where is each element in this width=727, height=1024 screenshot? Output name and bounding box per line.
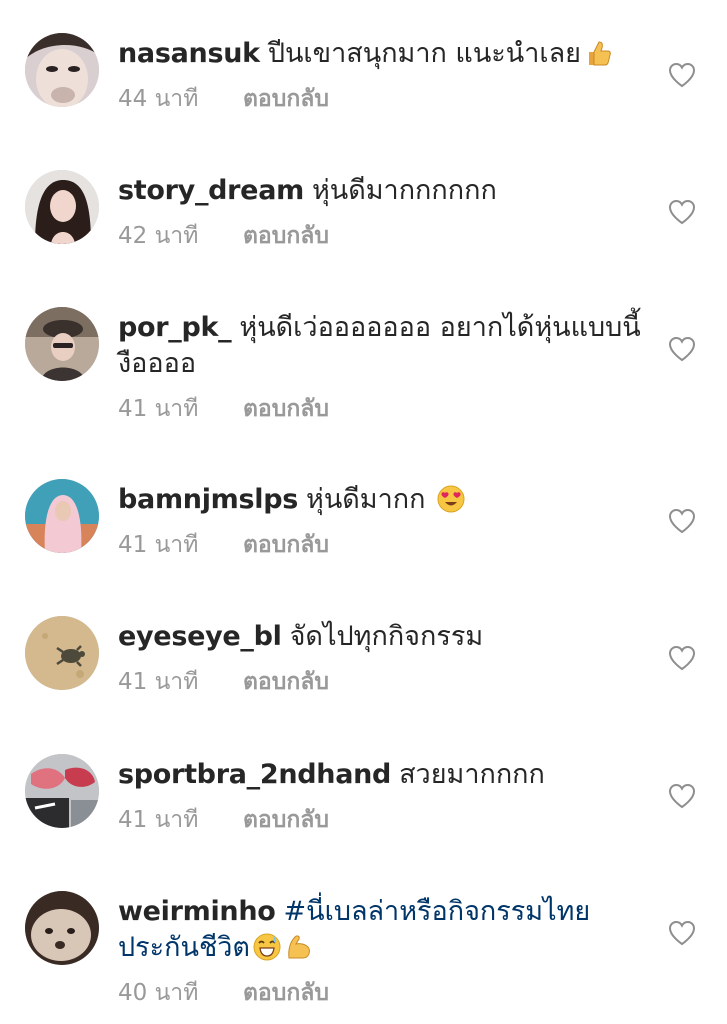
flexed-biceps-emoji bbox=[288, 935, 310, 959]
comment-timestamp: 41 นาที bbox=[118, 532, 199, 558]
avatar[interactable] bbox=[25, 33, 99, 107]
comment-username[interactable]: bamnjmslps bbox=[118, 484, 298, 515]
comment-timestamp: 42 นาที bbox=[118, 223, 199, 249]
reply-button[interactable]: ตอบกลับ bbox=[243, 667, 329, 697]
comment-text: หุ่นดีมากก bbox=[306, 484, 426, 515]
avatar[interactable] bbox=[25, 307, 99, 381]
comment-text: สวยมากกกก bbox=[399, 759, 545, 790]
comment-text: ปีนเขาสนุกมาก แนะนำเลย bbox=[267, 38, 582, 69]
comment-timestamp: 40 นาที bbox=[118, 980, 199, 1006]
grinning-sweat-emoji bbox=[253, 933, 281, 961]
comment-text: หุ่นดีมากกกกกก bbox=[311, 175, 497, 206]
comment-timestamp: 41 นาที bbox=[118, 669, 199, 695]
comment-username[interactable]: story_dream bbox=[118, 175, 304, 206]
comment-timestamp: 41 นาที bbox=[118, 396, 199, 422]
comment-username[interactable]: nasansuk bbox=[118, 38, 260, 69]
heart-icon[interactable] bbox=[668, 645, 696, 671]
thumbs-up-emoji bbox=[589, 41, 611, 66]
avatar[interactable] bbox=[25, 754, 99, 828]
comment-username[interactable]: weirminho bbox=[118, 896, 276, 927]
reply-button[interactable]: ตอบกลับ bbox=[243, 805, 329, 835]
comment-text: จัดไปทุกกิจกรรม bbox=[289, 621, 484, 652]
comment-username[interactable]: por_pk_ bbox=[118, 312, 232, 343]
heart-icon[interactable] bbox=[668, 783, 696, 809]
reply-button[interactable]: ตอบกลับ bbox=[243, 978, 329, 1008]
reply-button[interactable]: ตอบกลับ bbox=[243, 530, 329, 560]
avatar[interactable] bbox=[25, 891, 99, 965]
reply-button[interactable]: ตอบกลับ bbox=[243, 394, 329, 424]
heart-icon[interactable] bbox=[668, 336, 696, 362]
heart-icon[interactable] bbox=[668, 508, 696, 534]
avatar[interactable] bbox=[25, 479, 99, 553]
reply-button[interactable]: ตอบกลับ bbox=[243, 221, 329, 251]
comment-username[interactable]: sportbra_2ndhand bbox=[118, 759, 391, 790]
heart-icon[interactable] bbox=[668, 199, 696, 225]
reply-button[interactable]: ตอบกลับ bbox=[243, 84, 329, 114]
avatar[interactable] bbox=[25, 170, 99, 244]
comment-timestamp: 41 นาที bbox=[118, 807, 199, 833]
avatar[interactable] bbox=[25, 616, 99, 690]
heart-icon[interactable] bbox=[668, 920, 696, 946]
heart-icon[interactable] bbox=[668, 62, 696, 88]
comment-timestamp: 44 นาที bbox=[118, 86, 199, 112]
heart-eyes-emoji bbox=[437, 485, 465, 513]
comment-username[interactable]: eyeseye_bl bbox=[118, 621, 282, 652]
